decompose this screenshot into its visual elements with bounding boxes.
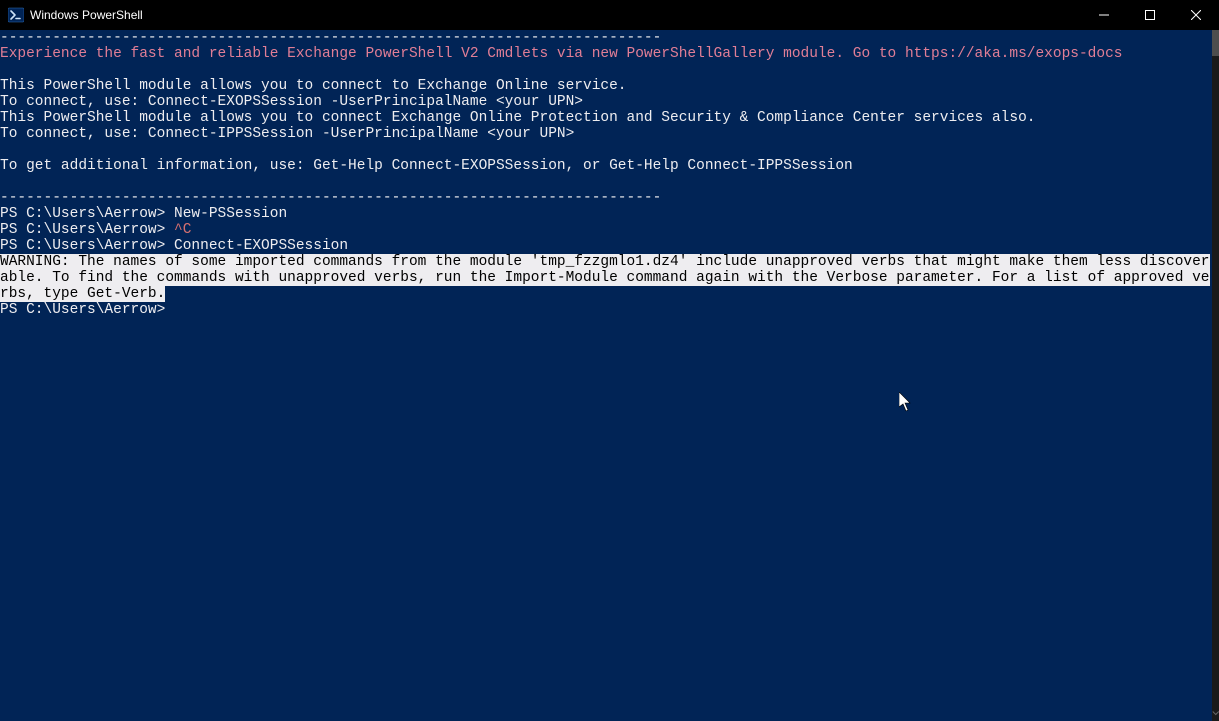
info-line: To get additional information, use: Get-…: [0, 158, 853, 174]
scrollbar-down-arrow-icon[interactable]: [1212, 705, 1219, 721]
prompt: PS C:\Users\Aerrow>: [0, 222, 174, 238]
info-line: This PowerShell module allows you to con…: [0, 78, 627, 94]
prompt: PS C:\Users\Aerrow>: [0, 206, 174, 222]
experience-banner: Experience the fast and reliable Exchang…: [0, 46, 1122, 62]
info-line: This PowerShell module allows you to con…: [0, 110, 1035, 126]
prompt: PS C:\Users\Aerrow>: [0, 238, 174, 254]
separator-line: ----------------------------------------…: [0, 30, 661, 46]
command-text: New-PSSession: [174, 206, 287, 222]
separator-line: ----------------------------------------…: [0, 190, 661, 206]
ctrl-c-indicator: ^C: [174, 222, 191, 238]
warning-message: WARNING: The names of some imported comm…: [0, 254, 1210, 302]
maximize-button[interactable]: [1127, 0, 1173, 30]
powershell-icon: [8, 7, 24, 23]
info-line: To connect, use: Connect-IPPSSession -Us…: [0, 126, 574, 142]
titlebar[interactable]: Windows PowerShell: [0, 0, 1219, 30]
terminal[interactable]: ----------------------------------------…: [0, 30, 1212, 721]
prompt: PS C:\Users\Aerrow>: [0, 302, 174, 318]
vertical-scrollbar[interactable]: [1212, 30, 1219, 721]
minimize-button[interactable]: [1081, 0, 1127, 30]
powershell-window: Windows PowerShell ---------------------…: [0, 0, 1219, 721]
scrollbar-thumb[interactable]: [1212, 30, 1219, 56]
window-title: Windows PowerShell: [30, 8, 143, 22]
content-area: ----------------------------------------…: [0, 30, 1219, 721]
command-text: Connect-EXOPSSession: [174, 238, 348, 254]
close-button[interactable]: [1173, 0, 1219, 30]
info-line: To connect, use: Connect-EXOPSSession -U…: [0, 94, 583, 110]
